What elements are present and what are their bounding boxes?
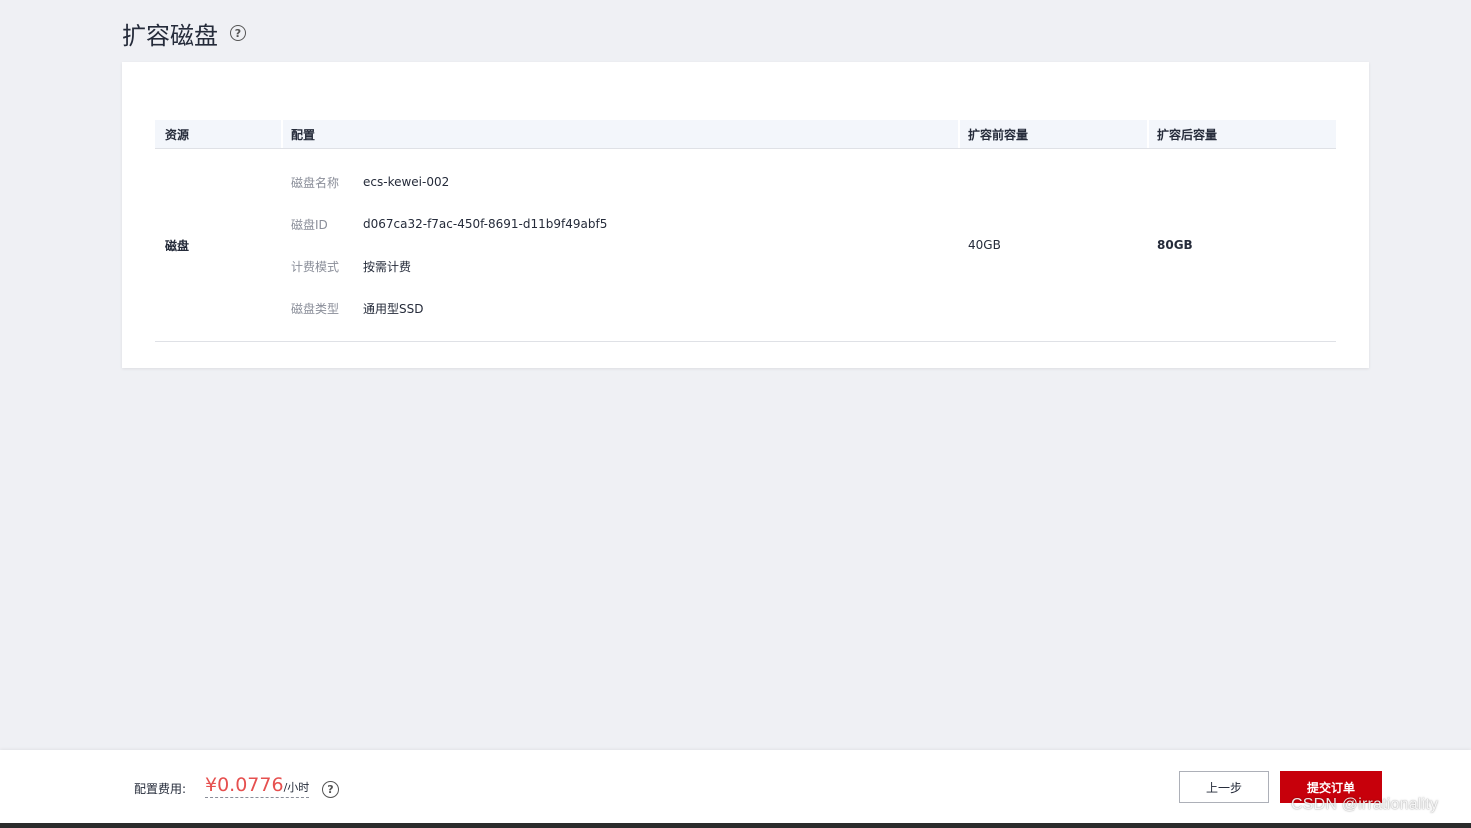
config-value: ecs-kewei-002 (363, 175, 450, 189)
config-cell: 磁盘名称 ecs-kewei-002 磁盘ID d067ca32-f7ac-45… (281, 148, 958, 342)
column-header-config: 配置 (281, 120, 958, 149)
expand-disk-card: 资源 配置 扩容前容量 扩容后容量 磁盘 磁盘名称 ecs-kewei-002 … (122, 62, 1369, 368)
resource-cell: 磁盘 (155, 148, 281, 342)
column-header-resource: 资源 (155, 120, 281, 149)
watermark: CSDN @irrationality (1291, 796, 1439, 813)
table-row: 磁盘 磁盘名称 ecs-kewei-002 磁盘ID d067ca32-f7ac… (155, 148, 1336, 342)
fee-unit: /小时 (283, 781, 310, 794)
footer-bar: 配置费用: ¥0.0776 /小时 ? 上一步 提交订单 (0, 750, 1471, 823)
config-label: 计费模式 (291, 259, 340, 274)
bottom-edge-bar (0, 823, 1471, 828)
config-item-disk-type: 磁盘类型 通用型SSD (291, 287, 948, 329)
page-title: 扩容磁盘 (122, 21, 218, 50)
config-list: 磁盘名称 ecs-kewei-002 磁盘ID d067ca32-f7ac-45… (291, 161, 948, 329)
before-capacity-cell: 40GB (958, 148, 1147, 342)
table-header-row: 资源 配置 扩容前容量 扩容后容量 (155, 120, 1336, 149)
previous-step-button[interactable]: 上一步 (1179, 771, 1269, 803)
config-label: 磁盘名称 (291, 175, 340, 190)
config-item-disk-id: 磁盘ID d067ca32-f7ac-450f-8691-d11b9f49abf… (291, 203, 948, 245)
config-value: d067ca32-f7ac-450f-8691-d11b9f49abf5 (363, 217, 608, 231)
page-header: 扩容磁盘 ? (122, 16, 246, 50)
resource-table: 资源 配置 扩容前容量 扩容后容量 磁盘 磁盘名称 ecs-kewei-002 … (155, 120, 1336, 342)
help-icon[interactable]: ? (230, 25, 246, 41)
config-item-disk-name: 磁盘名称 ecs-kewei-002 (291, 161, 948, 203)
fee-label: 配置费用: (134, 782, 187, 796)
fee-amount[interactable]: ¥0.0776 /小时 (205, 774, 310, 798)
fee-help-icon[interactable]: ? (322, 781, 339, 798)
config-value: 按需计费 (363, 259, 412, 274)
fee-price: ¥0.0776 (205, 774, 284, 796)
config-label: 磁盘ID (291, 217, 328, 232)
config-item-billing-mode: 计费模式 按需计费 (291, 245, 948, 287)
column-header-after-capacity: 扩容后容量 (1147, 120, 1336, 149)
config-value: 通用型SSD (363, 301, 424, 316)
column-header-before-capacity: 扩容前容量 (958, 120, 1147, 149)
after-capacity-cell: 80GB (1147, 148, 1336, 342)
config-label: 磁盘类型 (291, 301, 340, 316)
